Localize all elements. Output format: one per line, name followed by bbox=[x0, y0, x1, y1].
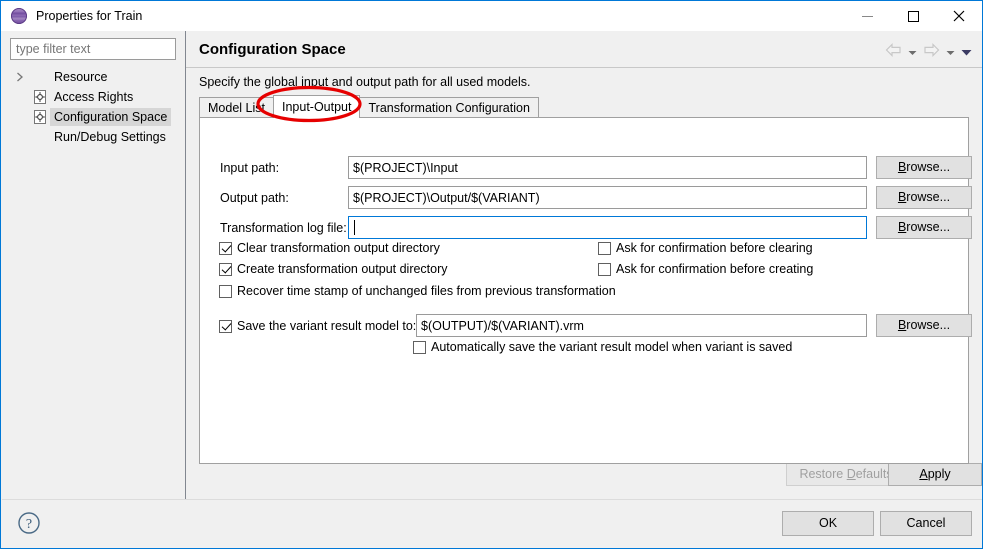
dialog-footer: ? OK Cancel bbox=[2, 499, 982, 548]
settings-tree: Resource Access Rights Configuration Spa… bbox=[2, 67, 185, 147]
checkbox-box[interactable] bbox=[413, 340, 426, 354]
sidebar-item-access-rights[interactable]: Access Rights bbox=[2, 87, 185, 107]
back-history-chevron-down-icon[interactable] bbox=[908, 44, 917, 62]
close-icon[interactable] bbox=[936, 1, 982, 31]
output-path-field[interactable] bbox=[348, 186, 867, 209]
properties-dialog-window: Properties for Train Resource bbox=[0, 0, 983, 549]
tab-model-list[interactable]: Model List bbox=[199, 97, 274, 118]
app-sphere-icon bbox=[11, 8, 27, 24]
page-config-icon bbox=[32, 89, 48, 105]
tab-panel-input-output: Input path: Browse... Output path: Brows… bbox=[199, 117, 972, 464]
log-file-browse-button[interactable]: Browse... bbox=[876, 216, 972, 239]
checkbox-clear-output-dir[interactable]: Clear transformation output directory bbox=[219, 241, 440, 255]
log-file-field[interactable] bbox=[348, 216, 867, 239]
checkbox-save-variant-result-model[interactable]: Save the variant result model to: bbox=[219, 319, 416, 333]
restore-defaults-label-pre: Restore bbox=[799, 467, 847, 481]
checkbox-ask-before-clearing[interactable]: Ask for confirmation before clearing bbox=[598, 241, 813, 255]
input-path-label: Input path: bbox=[220, 161, 280, 175]
title-divider bbox=[186, 67, 982, 68]
tabstrip: Model List Input-Output Transformation C… bbox=[199, 95, 969, 118]
tab-folder: Model List Input-Output Transformation C… bbox=[199, 95, 972, 465]
page-navigation bbox=[885, 43, 972, 62]
restore-defaults-mnemonic: D bbox=[846, 467, 856, 481]
checkbox-label: Create transformation output directory bbox=[237, 262, 448, 276]
checkbox-label: Automatically save the variant result mo… bbox=[431, 340, 793, 354]
checkbox-create-output-dir[interactable]: Create transformation output directory bbox=[219, 262, 448, 276]
log-file-label: Transformation log file: bbox=[220, 221, 347, 235]
maximize-button[interactable] bbox=[890, 1, 936, 31]
filter-input[interactable] bbox=[10, 38, 176, 60]
settings-page-pane: Configuration Space Specify the global i… bbox=[186, 31, 982, 499]
sidebar-item-label: Access Rights bbox=[54, 90, 134, 104]
sidebar-item-resource[interactable]: Resource bbox=[2, 67, 185, 87]
save-variant-path-field[interactable] bbox=[416, 314, 867, 337]
checkbox-box[interactable] bbox=[219, 241, 232, 255]
checkbox-box[interactable] bbox=[219, 284, 232, 298]
svg-text:?: ? bbox=[26, 517, 32, 532]
tab-transformation-configuration[interactable]: Transformation Configuration bbox=[359, 97, 539, 118]
checkbox-label: Save the variant result model to: bbox=[237, 319, 417, 333]
checkbox-auto-save-variant-result-model[interactable]: Automatically save the variant result mo… bbox=[413, 340, 792, 354]
page-title: Configuration Space bbox=[199, 41, 346, 58]
checkbox-box[interactable] bbox=[219, 319, 232, 333]
checkbox-box[interactable] bbox=[598, 241, 611, 255]
sidebar-item-label: Resource bbox=[54, 70, 108, 84]
text-caret bbox=[354, 220, 355, 235]
forward-arrow-icon[interactable] bbox=[923, 43, 940, 62]
forward-history-chevron-down-icon[interactable] bbox=[946, 44, 955, 62]
sidebar-item-configuration-space[interactable]: Configuration Space bbox=[2, 107, 185, 127]
checkbox-label: Clear transformation output directory bbox=[237, 241, 440, 255]
page-config-icon bbox=[32, 109, 48, 125]
input-path-field[interactable] bbox=[348, 156, 867, 179]
checkbox-box[interactable] bbox=[598, 262, 611, 276]
settings-tree-pane: Resource Access Rights bbox=[2, 31, 186, 499]
chevron-right-icon[interactable] bbox=[14, 72, 26, 82]
checkbox-ask-before-creating[interactable]: Ask for confirmation before creating bbox=[598, 262, 813, 276]
output-path-browse-button[interactable]: Browse... bbox=[876, 186, 972, 209]
window-title: Properties for Train bbox=[36, 9, 143, 23]
back-arrow-icon[interactable] bbox=[885, 43, 902, 62]
browse-label-rest: rowse... bbox=[906, 160, 951, 174]
browse-label-rest: rowse... bbox=[906, 190, 951, 204]
page-description: Specify the global input and output path… bbox=[199, 75, 531, 89]
checkbox-label: Recover time stamp of unchanged files fr… bbox=[237, 284, 616, 298]
output-path-label: Output path: bbox=[220, 191, 289, 205]
browse-label-rest: rowse... bbox=[906, 220, 951, 234]
sidebar-item-run-debug-settings[interactable]: Run/Debug Settings bbox=[2, 127, 185, 147]
cancel-button[interactable]: Cancel bbox=[880, 511, 972, 536]
save-variant-browse-button[interactable]: Browse... bbox=[876, 314, 972, 337]
checkbox-label: Ask for confirmation before creating bbox=[616, 262, 814, 276]
tab-input-output[interactable]: Input-Output bbox=[272, 95, 361, 118]
browse-label-rest: rowse... bbox=[906, 318, 951, 332]
checkbox-recover-time-stamp[interactable]: Recover time stamp of unchanged files fr… bbox=[219, 284, 616, 298]
dialog-body: Resource Access Rights bbox=[2, 31, 982, 499]
input-path-browse-button[interactable]: Browse... bbox=[876, 156, 972, 179]
minimize-button[interactable] bbox=[844, 1, 890, 31]
window-controls bbox=[844, 1, 982, 31]
checkbox-box[interactable] bbox=[219, 262, 232, 276]
ok-button[interactable]: OK bbox=[782, 511, 874, 536]
chevron-down-filled-icon[interactable] bbox=[961, 44, 972, 62]
checkbox-label: Ask for confirmation before clearing bbox=[616, 241, 813, 255]
apply-mnemonic: A bbox=[919, 467, 928, 481]
sidebar-item-label: Configuration Space bbox=[50, 108, 172, 126]
apply-button[interactable]: Apply bbox=[888, 463, 982, 486]
sidebar-item-label: Run/Debug Settings bbox=[54, 130, 166, 144]
titlebar: Properties for Train bbox=[1, 1, 982, 31]
help-question-icon[interactable]: ? bbox=[17, 511, 41, 535]
apply-label-post: pply bbox=[927, 467, 951, 481]
